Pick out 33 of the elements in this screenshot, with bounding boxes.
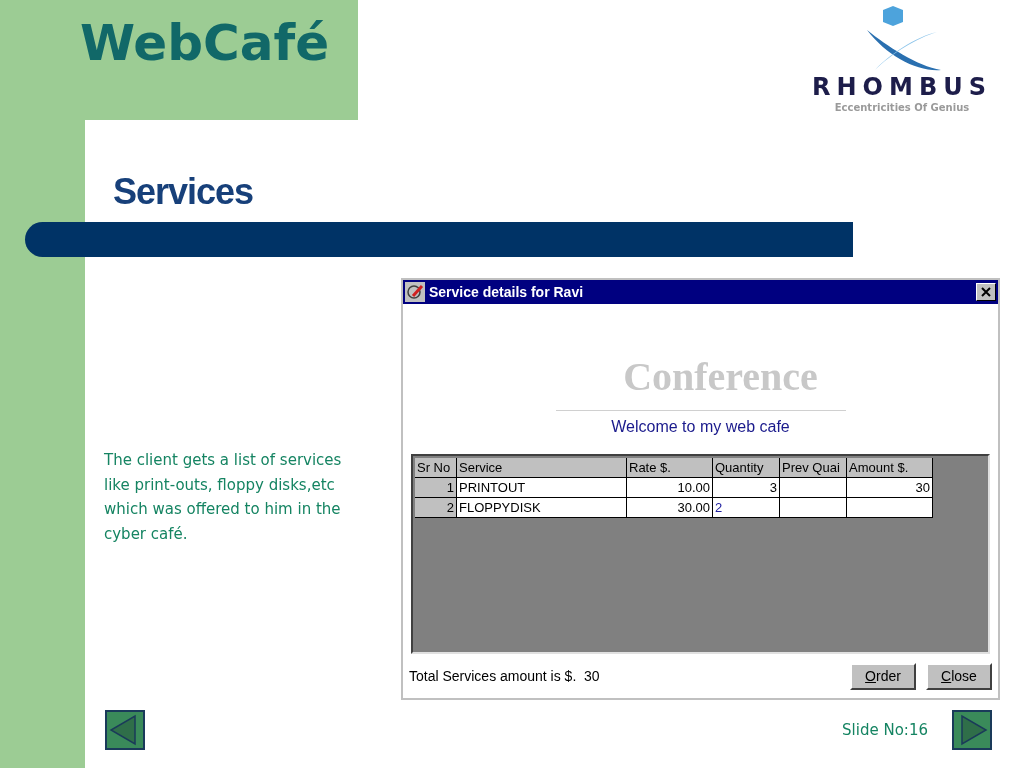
column-header: Service: [457, 458, 627, 478]
dialog-button[interactable]: Close: [926, 662, 992, 690]
total-amount-text: Total Services amount is $. 30: [409, 666, 601, 686]
table-cell: PRINTOUT: [457, 478, 627, 498]
row-number-cell: 1: [415, 478, 457, 498]
welcome-text: Welcome to my web cafe: [611, 417, 790, 437]
window-title: Service details for Ravi: [429, 282, 585, 302]
slide-heading: Services: [113, 171, 254, 212]
logo-wordmark: RHOMBUS: [812, 74, 992, 100]
column-header: Quantity: [713, 458, 780, 478]
app-icon: [405, 282, 425, 302]
table-cell: [780, 498, 847, 518]
table-cell: [780, 478, 847, 498]
slide-number: Slide No:16: [842, 719, 928, 741]
column-header: Prev Quai: [780, 458, 847, 478]
close-button[interactable]: [976, 283, 996, 301]
table-cell: 10.00: [627, 478, 713, 498]
close-icon: [981, 287, 991, 297]
logo-tagline: Eccentricities Of Genius: [834, 101, 970, 115]
previous-slide-icon[interactable]: [105, 710, 145, 750]
table-cell: FLOPPYDISK: [457, 498, 627, 518]
slide-title: WebCafé: [80, 14, 331, 72]
row-number-cell: 2: [415, 498, 457, 518]
column-header: Sr No: [415, 458, 457, 478]
table-cell: 30.00: [627, 498, 713, 518]
column-header: Rate $.: [627, 458, 713, 478]
dialog-button[interactable]: Order: [850, 662, 916, 690]
table-cell: 30: [847, 478, 933, 498]
table-cell: 2: [713, 498, 780, 518]
next-slide-icon[interactable]: [952, 710, 992, 750]
table-cell: 3: [713, 478, 780, 498]
slide-body-text: The client gets a list of services like print-outs, floppy disks,etc which was offered to him in the cyber café.: [104, 450, 343, 545]
column-header: Amount $.: [847, 458, 933, 478]
